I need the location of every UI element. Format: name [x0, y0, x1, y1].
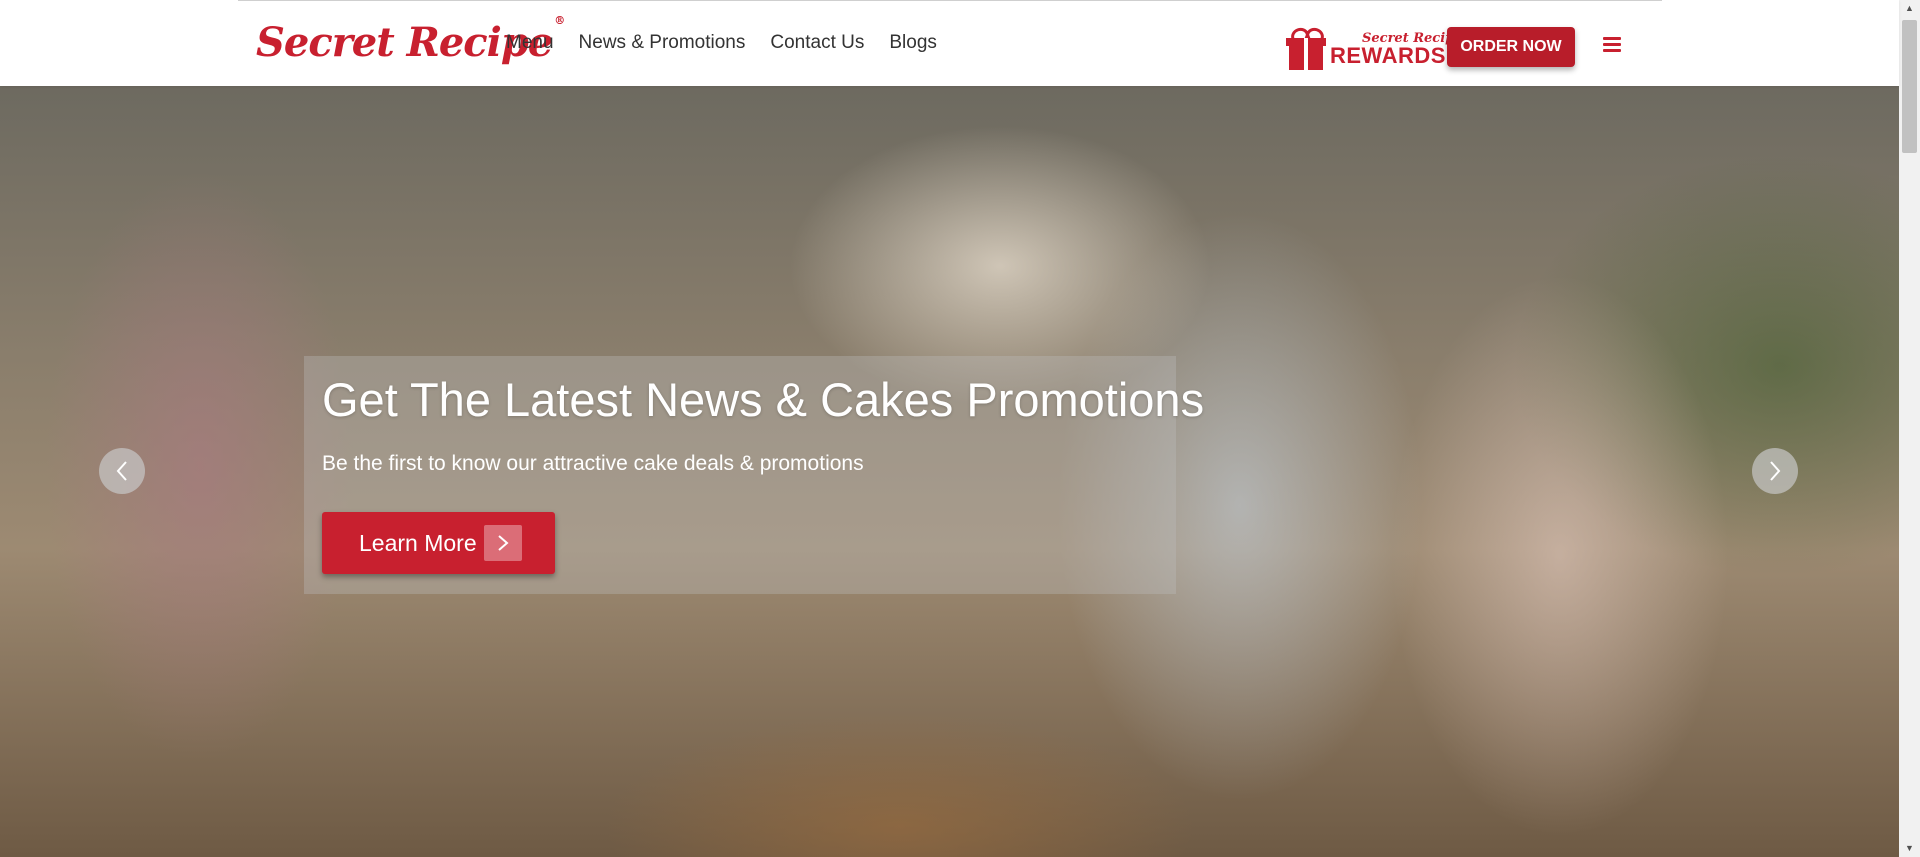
nav-contact-us[interactable]: Contact Us — [770, 30, 864, 56]
rewards-logo: Secret Recipe REWARDS — [1330, 32, 1463, 67]
gift-icon — [1286, 25, 1327, 70]
hero-title: Get The Latest News & Cakes Promotions — [322, 373, 1205, 426]
hero-carousel: Get The Latest News & Cakes Promotions B… — [0, 86, 1899, 857]
nav-news-promotions[interactable]: News & Promotions — [579, 30, 746, 56]
nav-blogs[interactable]: Blogs — [889, 30, 937, 56]
scroll-down-icon[interactable]: ▼ — [1899, 840, 1920, 857]
rewards-link[interactable]: Secret Recipe REWARDS — [1286, 25, 1463, 72]
order-now-button[interactable]: ORDER NOW — [1447, 27, 1575, 67]
carousel-next-button[interactable] — [1752, 448, 1798, 494]
registered-mark: ® — [554, 14, 565, 27]
vertical-scrollbar[interactable]: ▲ ▼ — [1899, 0, 1920, 857]
header-divider — [238, 0, 1662, 1]
scroll-up-icon[interactable]: ▲ — [1899, 0, 1920, 17]
chevron-right-icon — [484, 525, 522, 561]
learn-more-label: Learn More — [359, 529, 477, 556]
chevron-left-icon — [116, 461, 127, 481]
chevron-right-icon — [1770, 461, 1781, 481]
hamburger-icon[interactable] — [1603, 37, 1621, 53]
learn-more-button[interactable]: Learn More — [322, 512, 555, 574]
hero-subtitle: Be the first to know our attractive cake… — [322, 452, 864, 475]
carousel-prev-button[interactable] — [99, 448, 145, 494]
scroll-thumb[interactable] — [1902, 20, 1917, 153]
nav-menu[interactable]: Menu — [506, 30, 554, 56]
site-header: Secret Recipe ® Menu News & Promotions Co… — [0, 0, 1899, 86]
main-nav: Menu News & Promotions Contact Us Blogs — [506, 30, 962, 56]
rewards-label: REWARDS — [1330, 42, 1446, 68]
